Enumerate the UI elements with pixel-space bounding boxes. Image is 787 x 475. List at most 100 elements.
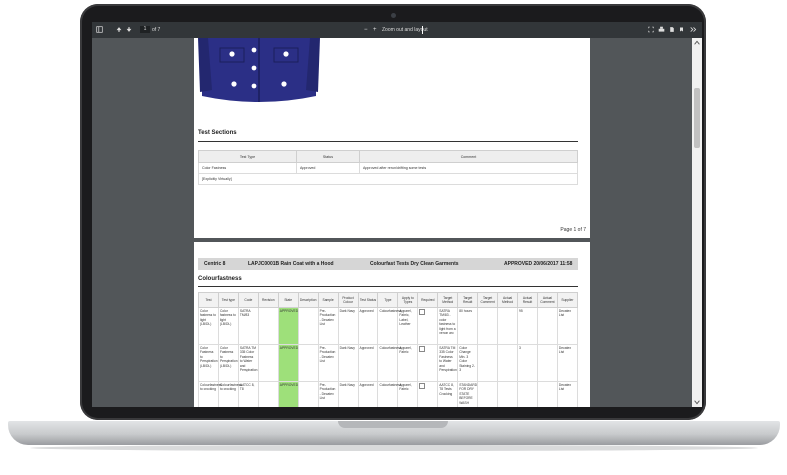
column-header: Description — [297, 292, 319, 308]
banner-style: LAPJC0001B Rain Coat with a Hood — [248, 261, 334, 267]
table-cell — [477, 344, 499, 382]
table-cell — [477, 381, 499, 407]
required-checkbox[interactable] — [419, 346, 426, 352]
laptop-notch — [338, 421, 448, 428]
print-icon[interactable] — [658, 26, 665, 34]
table-cell: 80 hours — [457, 307, 479, 345]
table-row: [Explicitly Virtually] — [198, 173, 578, 185]
table-cell: AATCC 8, T8 Tests Crocking — [437, 381, 459, 407]
column-header: Product Colour — [337, 292, 359, 308]
laptop-shadow — [30, 445, 758, 451]
table-cell — [497, 307, 518, 345]
divider — [198, 286, 578, 287]
column-header: Comment — [359, 150, 578, 163]
required-checkbox[interactable] — [419, 309, 426, 315]
pdf-page-1: Test Sections Test Type Status Comment C… — [194, 38, 590, 238]
arrow-down-icon[interactable] — [126, 26, 132, 34]
pdf-page-2: Centric 8 LAPJC0001B Rain Coat with a Ho… — [194, 242, 590, 407]
table-cell — [297, 381, 319, 407]
column-header: Target Comment — [477, 292, 499, 308]
table-cell: 3 — [517, 344, 538, 382]
divider — [198, 141, 578, 142]
table-row: Color fastness to light (LB/DL) Color fa… — [198, 307, 579, 345]
table-cell — [536, 381, 558, 407]
status-cell: APPROVED — [277, 307, 299, 345]
table-cell: 95 — [517, 307, 538, 345]
test-sections-table: Test Type Status Comment Color Fastness … — [198, 150, 578, 185]
status-cell: APPROVED — [277, 344, 299, 382]
table-cell: Color fastness to light (LB/DL) — [198, 307, 219, 345]
camera-icon — [391, 13, 396, 18]
table-cell: Color fastness to light (LB/DL) — [217, 307, 239, 345]
table-cell: Apparel, Fabric — [397, 344, 419, 382]
table-cell: Approved — [357, 307, 379, 345]
jacket-image — [198, 38, 320, 108]
table-cell — [536, 307, 558, 345]
column-header: Sample — [317, 292, 339, 308]
column-header: Test Status — [357, 292, 379, 308]
column-header: Test Type — [198, 150, 297, 163]
column-header: Required — [417, 292, 439, 308]
status-cell: APPROVED — [277, 381, 299, 407]
text-cursor — [422, 26, 423, 34]
page-number-label: Page 1 of 7 — [560, 227, 586, 233]
chevron-up-icon[interactable] — [694, 40, 700, 45]
table-cell — [297, 344, 319, 382]
table-cell — [517, 381, 538, 407]
table-cell: Approved — [357, 381, 379, 407]
column-header: Target Result — [457, 292, 479, 308]
fit-page-icon[interactable] — [648, 26, 654, 34]
required-cell — [417, 381, 439, 407]
zoom-layout-label: Zoom out and layout — [382, 27, 428, 33]
table-cell — [477, 307, 499, 345]
arrow-up-icon[interactable] — [116, 26, 122, 34]
column-header: Test type — [217, 292, 239, 308]
sidebar-toggle-icon[interactable] — [96, 26, 103, 34]
table-header-row: Test Type Status Comment — [198, 150, 578, 163]
download-icon[interactable] — [669, 26, 675, 34]
table-cell: Color Fastness to Perspiration (LB/DL) — [217, 344, 239, 382]
table-cell: Color Fastness — [198, 162, 297, 174]
scrollbar-thumb[interactable] — [694, 88, 700, 148]
table-cell: Colourfastness — [377, 381, 401, 407]
table-row: Color Fastness to Perspiration (LB/DL) C… — [198, 344, 579, 382]
table-cell: Colourfastness to crocking — [217, 381, 242, 407]
table-cell: Approved — [357, 344, 379, 382]
table-cell: Decatex List — [556, 344, 579, 382]
zoom-out-button[interactable]: − — [364, 26, 368, 34]
table-cell: Decatex List — [556, 307, 579, 345]
table-cell — [257, 307, 279, 345]
table-cell — [497, 381, 518, 407]
table-row: Color Fastness Approved Approved after r… — [198, 162, 578, 174]
test-sections-heading: Test Sections — [198, 130, 237, 136]
column-header: Apply to Types — [397, 292, 419, 308]
column-header: Target Method — [437, 292, 459, 308]
column-header: Test — [198, 292, 219, 308]
table-cell — [536, 344, 558, 382]
table-cell: Color Fastness to Perspiration (LB/DL) — [198, 344, 219, 382]
page-count-label: of 7 — [152, 27, 161, 33]
zoom-in-button[interactable]: + — [373, 26, 377, 34]
table-cell: Colourfastness — [377, 344, 401, 382]
table-cell: Pre-Production - Decatex List — [317, 307, 339, 345]
chevron-down-icon[interactable] — [694, 400, 700, 405]
banner-brand: Centric 8 — [204, 261, 226, 267]
bookmark-icon[interactable] — [679, 26, 684, 34]
more-icon[interactable] — [690, 26, 697, 34]
vertical-scrollbar[interactable] — [692, 38, 702, 407]
table-cell: SATRA TM/83 - color fastness to light fr… — [437, 307, 459, 345]
table-cell — [257, 344, 279, 382]
table-cell: AATCC 8, T8 — [237, 381, 259, 407]
table-cell: Approved — [296, 162, 360, 174]
banner-test: Colourfast Tests Dry Clean Garments — [370, 261, 459, 267]
column-header: Code — [237, 292, 259, 308]
required-checkbox[interactable] — [419, 383, 426, 389]
column-header: Status — [296, 150, 360, 163]
table-cell: SATRA TM 335 Color Fastness to Water and… — [237, 344, 259, 382]
table-cell: [Explicitly Virtually] — [198, 173, 578, 185]
page-number-input[interactable]: 1 — [140, 26, 150, 33]
table-cell: STANDARD FOR DRY STATE BEFORE WASH — [457, 381, 479, 407]
column-header: Supplier — [556, 292, 579, 308]
required-cell — [417, 344, 439, 382]
column-header: Revision — [257, 292, 279, 308]
